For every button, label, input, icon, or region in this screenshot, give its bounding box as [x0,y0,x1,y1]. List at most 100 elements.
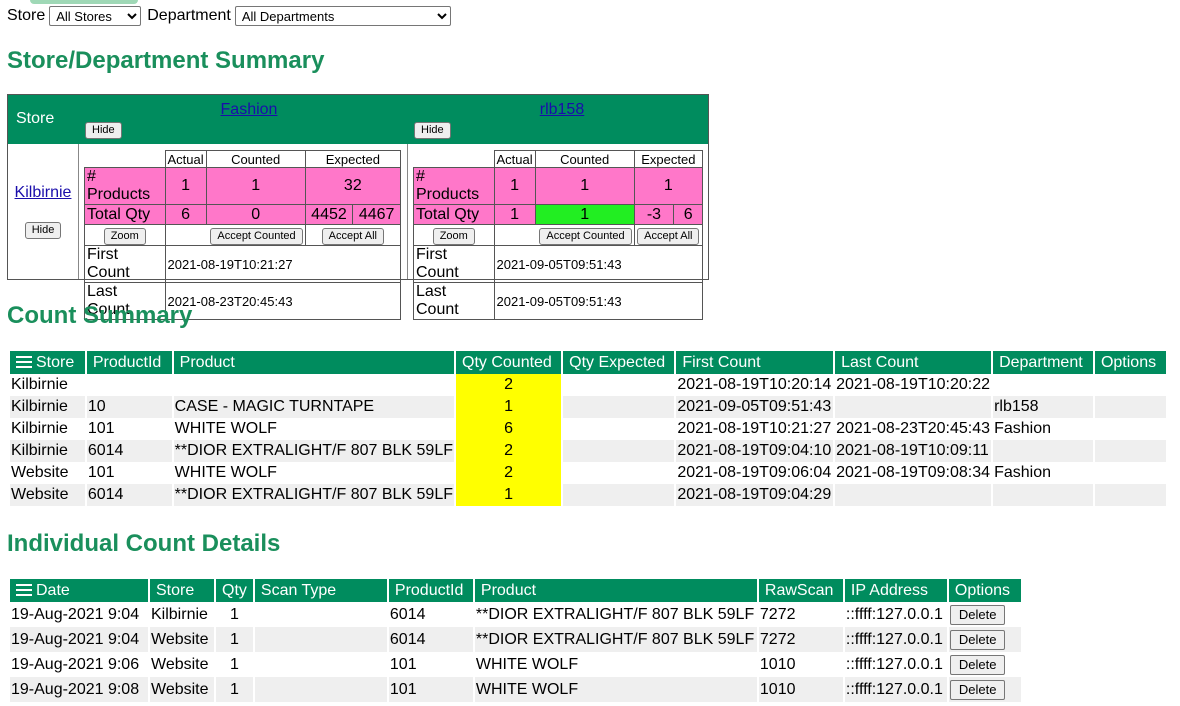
delete-button[interactable]: Delete [949,679,1006,700]
accept-counted-button[interactable]: Accept Counted [210,227,303,245]
cell-productid: 10 [85,396,174,418]
cell-qty-expected [562,396,677,418]
cell-product: WHITE WOLF [473,677,759,702]
cell-productid: 6014 [85,484,174,506]
cell-options: Delete [947,602,1023,627]
column-header-last-count[interactable]: Last Count [834,351,994,374]
cell-product: **DIOR EXTRALIGHT/F 807 BLK 59LF [473,602,759,627]
cell-store: Website [149,677,216,702]
cell-productid: 101 [85,418,174,440]
column-header-options[interactable]: Options [1093,351,1169,374]
accept-counted-button[interactable]: Accept Counted [539,227,632,245]
cell-options [1093,374,1169,396]
store-link-kilbirnie[interactable]: Kilbirnie [15,184,72,201]
column-header-store[interactable]: Store [149,579,216,602]
table-row: Kilbirnie 10 CASE - MAGIC TURNTAPE 1 2021-09… [10,396,1169,418]
first-count-label: First Count [84,245,166,283]
cell-first-count: 2021-08-19T10:20:14 [675,374,836,396]
cell-ip-address: ::ffff:127.0.0.1 [843,652,949,677]
products-expected: 1 [633,167,704,205]
cell-rawscan: 1010 [757,652,845,677]
column-header-rawscan[interactable]: RawScan [757,579,845,602]
row-products-label: # Products [84,167,166,205]
column-header-qty[interactable]: Qty [215,579,255,602]
zoom-button[interactable]: Zoom [103,227,146,245]
cell-options [1093,418,1169,440]
products-counted: 1 [534,167,635,205]
row-qty-label: Total Qty [84,204,166,225]
table-row: 19-Aug-2021 9:04 Website 1 6014 **DIOR EXTRA… [10,627,1023,652]
summary-store-header: Store [16,110,55,127]
hide-dept-button-rlb158[interactable]: Hide [414,122,451,139]
department-filter-select[interactable]: All Departments [234,6,451,26]
cell-department [992,484,1095,506]
column-header-scan-type[interactable]: Scan Type [253,579,389,602]
first-count-value: 2021-08-19T10:21:27 [164,245,401,283]
col-expected: Expected [304,150,402,168]
column-header-options[interactable]: Options [947,579,1023,602]
cell-last-count: 2021-08-19T10:20:22 [834,374,994,396]
cell-qty-expected [562,440,677,462]
summary-dept-header-fashion: Fashion Hide [85,101,413,139]
cell-productid: 101 [85,462,174,484]
cell-qty-counted: 2 [455,462,564,484]
dept-link-fashion[interactable]: Fashion [85,101,413,119]
cell-options: Delete [947,627,1023,652]
qty-expected-a: 4452 [304,204,354,225]
cell-scan-type [253,627,389,652]
hide-dept-button-fashion[interactable]: Hide [85,122,122,139]
cell-product: WHITE WOLF [172,418,457,440]
cell-ip-address: ::ffff:127.0.0.1 [843,677,949,702]
column-header-qty-counted[interactable]: Qty Counted [455,351,564,374]
details-header-row: Date Store Qty Scan Type ProductId Produ… [10,579,1023,602]
cell-product: **DIOR EXTRALIGHT/F 807 BLK 59LF [172,484,457,506]
qty-counted: 0 [205,204,306,225]
menu-icon[interactable] [16,355,32,368]
qty-counted: 1 [534,204,635,225]
table-row: Kilbirnie 2 2021-08-19T10:20:14 2021-08-19T… [10,374,1169,396]
cell-product: **DIOR EXTRALIGHT/F 807 BLK 59LF [473,627,759,652]
column-header-product[interactable]: Product [172,351,457,374]
cell-date: 19-Aug-2021 9:04 [10,627,150,652]
last-count-value: 2021-09-05T09:51:43 [493,282,703,320]
accept-all-button[interactable]: Accept All [321,227,384,245]
column-header-date[interactable]: Date [10,579,150,602]
delete-button[interactable]: Delete [949,604,1006,625]
column-header-qty-expected[interactable]: Qty Expected [562,351,677,374]
dept-link-rlb158[interactable]: rlb158 [414,101,710,119]
products-actual: 1 [493,167,536,205]
cell-date: 19-Aug-2021 9:08 [10,677,150,702]
cell-product [172,374,457,396]
zoom-button[interactable]: Zoom [432,227,475,245]
cell-store: Website [149,627,216,652]
cell-first-count: 2021-09-05T09:51:43 [675,396,836,418]
delete-button[interactable]: Delete [949,629,1006,650]
column-header-productid[interactable]: ProductId [85,351,174,374]
store-filter-select[interactable]: All Stores [49,6,142,26]
column-header-ip-address[interactable]: IP Address [843,579,949,602]
cell-store: Kilbirnie [10,440,87,462]
cell-options: Delete [947,652,1023,677]
summary-dept-header-rlb158: rlb158 Hide [414,101,710,139]
hide-store-button[interactable]: Hide [24,222,62,239]
cell-product: WHITE WOLF [172,462,457,484]
column-header-product[interactable]: Product [473,579,759,602]
cell-first-count: 2021-08-19T10:21:27 [675,418,836,440]
column-header-department[interactable]: Department [992,351,1095,374]
menu-icon[interactable] [16,583,32,596]
column-header-store[interactable]: Store [10,351,87,374]
count-summary-header-row: Store ProductId Product Qty Counted Qty … [10,351,1169,374]
cell-qty-expected [562,418,677,440]
cell-scan-type [253,602,389,627]
row-qty-label: Total Qty [413,204,495,225]
qty-expected-b: 4467 [352,204,401,225]
accept-all-button[interactable]: Accept All [637,227,700,245]
delete-button[interactable]: Delete [949,654,1006,675]
cell-product: CASE - MAGIC TURNTAPE [172,396,457,418]
cell-department: Fashion [992,462,1095,484]
table-row: 19-Aug-2021 9:04 Kilbirnie 1 6014 **DIOR EXT… [10,602,1023,627]
cell-productid: 101 [387,652,475,677]
column-header-productid[interactable]: ProductId [387,579,475,602]
cell-first-count: 2021-08-19T09:04:29 [675,484,836,506]
column-header-first-count[interactable]: First Count [675,351,836,374]
